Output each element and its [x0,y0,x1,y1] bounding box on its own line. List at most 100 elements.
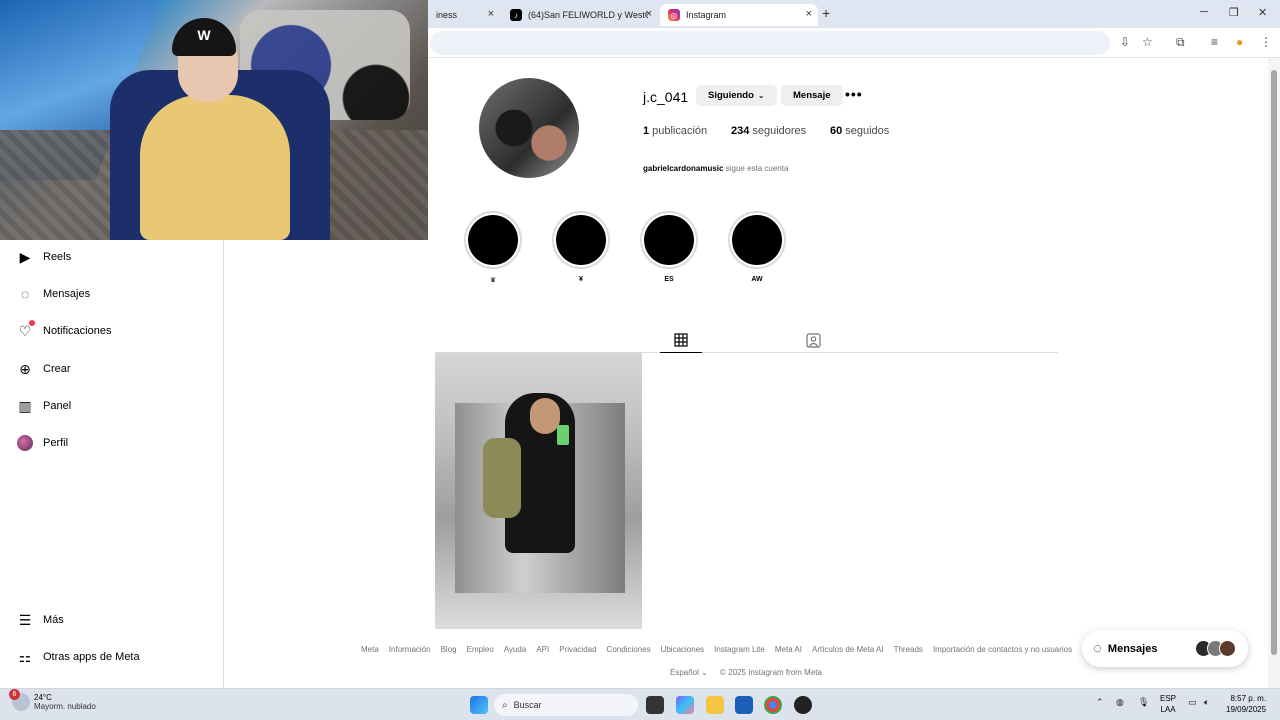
browser-tab-active[interactable]: ◎ Instagram × [660,4,818,26]
media-icon[interactable]: ≡ [1211,35,1218,49]
language-selector[interactable]: Español ⌄ [670,668,708,677]
task-view-icon[interactable] [646,696,664,714]
highlight-4[interactable] [728,211,786,269]
tab-tagged[interactable] [795,328,831,352]
chevron-down-icon: ⌄ [701,668,708,677]
tab-posts[interactable] [660,328,702,353]
more-options-icon[interactable]: ••• [845,86,863,102]
messages-pill[interactable]: ◌ Mensajes [1082,630,1248,667]
sidebar-item-messages[interactable]: ◌ Mensajes [16,285,90,303]
instagram-sidebar: ▶ Reels ◌ Mensajes ♡ Notificaciones ⊕ Cr… [0,240,224,688]
clock-time: 8:57 p. m. [1230,694,1267,703]
messenger-icon: ◌ [20,286,30,302]
scrollbar-thumb[interactable] [1271,70,1277,655]
chrome-icon[interactable] [764,696,782,714]
search-placeholder: Buscar [513,700,542,710]
sidebar-item-label: Panel [43,400,72,412]
kebab-menu-icon[interactable]: ⋮ [1260,35,1272,49]
profile-picture[interactable] [479,78,579,178]
highlight-1[interactable] [464,211,522,269]
webcam-person [140,95,290,240]
message-button[interactable]: Mensaje [781,85,843,106]
clock-date: 19/09/2025 [1226,705,1267,714]
lang-bottom: LAA [1160,705,1176,714]
footer-link[interactable]: Información [389,645,431,654]
install-app-icon[interactable]: ⇩ [1120,35,1130,49]
notification-dot [29,320,35,326]
tab-title: iness [436,10,458,20]
footer-link[interactable]: Blog [441,645,457,654]
weather-widget[interactable]: 6 24°C Mayorm. nublado [9,689,96,711]
sidebar-item-notifications[interactable]: ♡ Notificaciones [16,320,112,340]
start-icon[interactable] [470,696,488,714]
footer-link[interactable]: Meta AI [775,645,802,654]
footer-link[interactable]: Privacidad [559,645,596,654]
star-icon[interactable]: ☆ [1142,35,1153,49]
footer-link[interactable]: Threads [894,645,923,654]
store-icon[interactable] [735,696,753,714]
footer-link[interactable]: Meta [361,645,379,654]
restore-icon[interactable]: ❐ [1229,6,1239,19]
chevron-up-icon[interactable]: ⌃ [1096,697,1104,708]
following-button-label: Siguiendo [708,90,754,101]
address-field[interactable] [430,31,1110,55]
page-scrollbar[interactable] [1268,58,1280,688]
tab-title: (64)San FELIWORLD y WestGo... [528,10,648,20]
language-indicator[interactable]: ESP LAA [1160,693,1176,715]
recording-app-icon[interactable] [794,696,812,714]
profile-icon[interactable]: ● [1236,35,1243,49]
following-button[interactable]: Siguiendo ⌄ [696,85,777,106]
taskbar-search[interactable]: ⌕ Buscar [494,694,638,716]
post-phone [557,425,569,445]
sidebar-item-meta-apps[interactable]: ⚏ Otras apps de Meta [16,648,140,666]
extensions-icon[interactable]: ⧉ [1176,35,1185,50]
copilot-icon[interactable] [676,696,694,714]
sidebar-item-more[interactable]: ☰ Más [16,611,64,629]
volume-icon[interactable]: 🔈︎ [1204,697,1209,708]
lang-top: ESP [1160,694,1177,703]
sidebar-item-label: Crear [43,363,71,375]
tray-app-icon[interactable]: ◍ [1116,697,1124,708]
close-icon[interactable]: × [488,8,494,20]
footer-link[interactable]: Importación de contactos y no usuarios [933,645,1072,654]
followed-by[interactable]: gabrielcardonamusic sigue esta cuenta [643,164,788,173]
posts-label: publicación [652,125,708,137]
stat-followers[interactable]: 234 seguidores [731,125,806,137]
footer-link[interactable]: Condiciones [607,645,651,654]
footer-link[interactable]: Ubicaciones [661,645,705,654]
minimize-icon[interactable]: ─ [1200,6,1208,18]
footer-link[interactable]: Empleo [467,645,494,654]
post-thumbnail[interactable] [435,353,642,629]
highlight-cover [556,215,606,265]
copyright: © 2025 Instagram from Meta [720,668,822,677]
highlight-3[interactable] [640,211,698,269]
system-clock[interactable]: 8:57 p. m. 19/09/2025 [1226,693,1266,715]
sidebar-item-label: Mensajes [43,288,91,300]
stat-following[interactable]: 60 seguidos [830,125,889,137]
footer-link[interactable]: Instagram Lite [714,645,765,654]
new-tab-button[interactable]: + [822,5,830,21]
file-explorer-icon[interactable] [706,696,724,714]
tab-title: Instagram [686,10,727,20]
footer-link[interactable]: API [536,645,549,654]
sidebar-item-label: Más [43,614,64,626]
highlight-label: AW [751,276,763,283]
browser-tab[interactable]: ♪ (64)San FELIWORLD y WestGo... × [502,4,658,26]
weather-icon: 6 [9,689,30,711]
browser-tab[interactable]: iness × [428,4,500,26]
microphone-icon[interactable]: 🎙︎ [1138,697,1149,708]
highlight-2[interactable] [552,211,610,269]
sidebar-item-reels[interactable]: ▶ Reels [16,248,72,266]
network-icon[interactable]: ▭ [1188,697,1197,708]
close-icon[interactable]: × [646,8,652,20]
footer-link[interactable]: Ayuda [504,645,527,654]
sidebar-item-panel[interactable]: ▥ Panel [16,397,71,415]
avatar [1219,640,1236,657]
footer-link[interactable]: Artículos de Meta AI [812,645,884,654]
sidebar-item-create[interactable]: ⊕ Crear [16,360,71,378]
messenger-icon: ◌ [1093,640,1102,657]
close-window-icon[interactable]: ✕ [1258,6,1267,19]
sidebar-item-profile[interactable]: Perfil [16,434,68,452]
sidebar-item-label: Notificaciones [43,325,112,337]
close-icon[interactable]: × [806,8,812,20]
